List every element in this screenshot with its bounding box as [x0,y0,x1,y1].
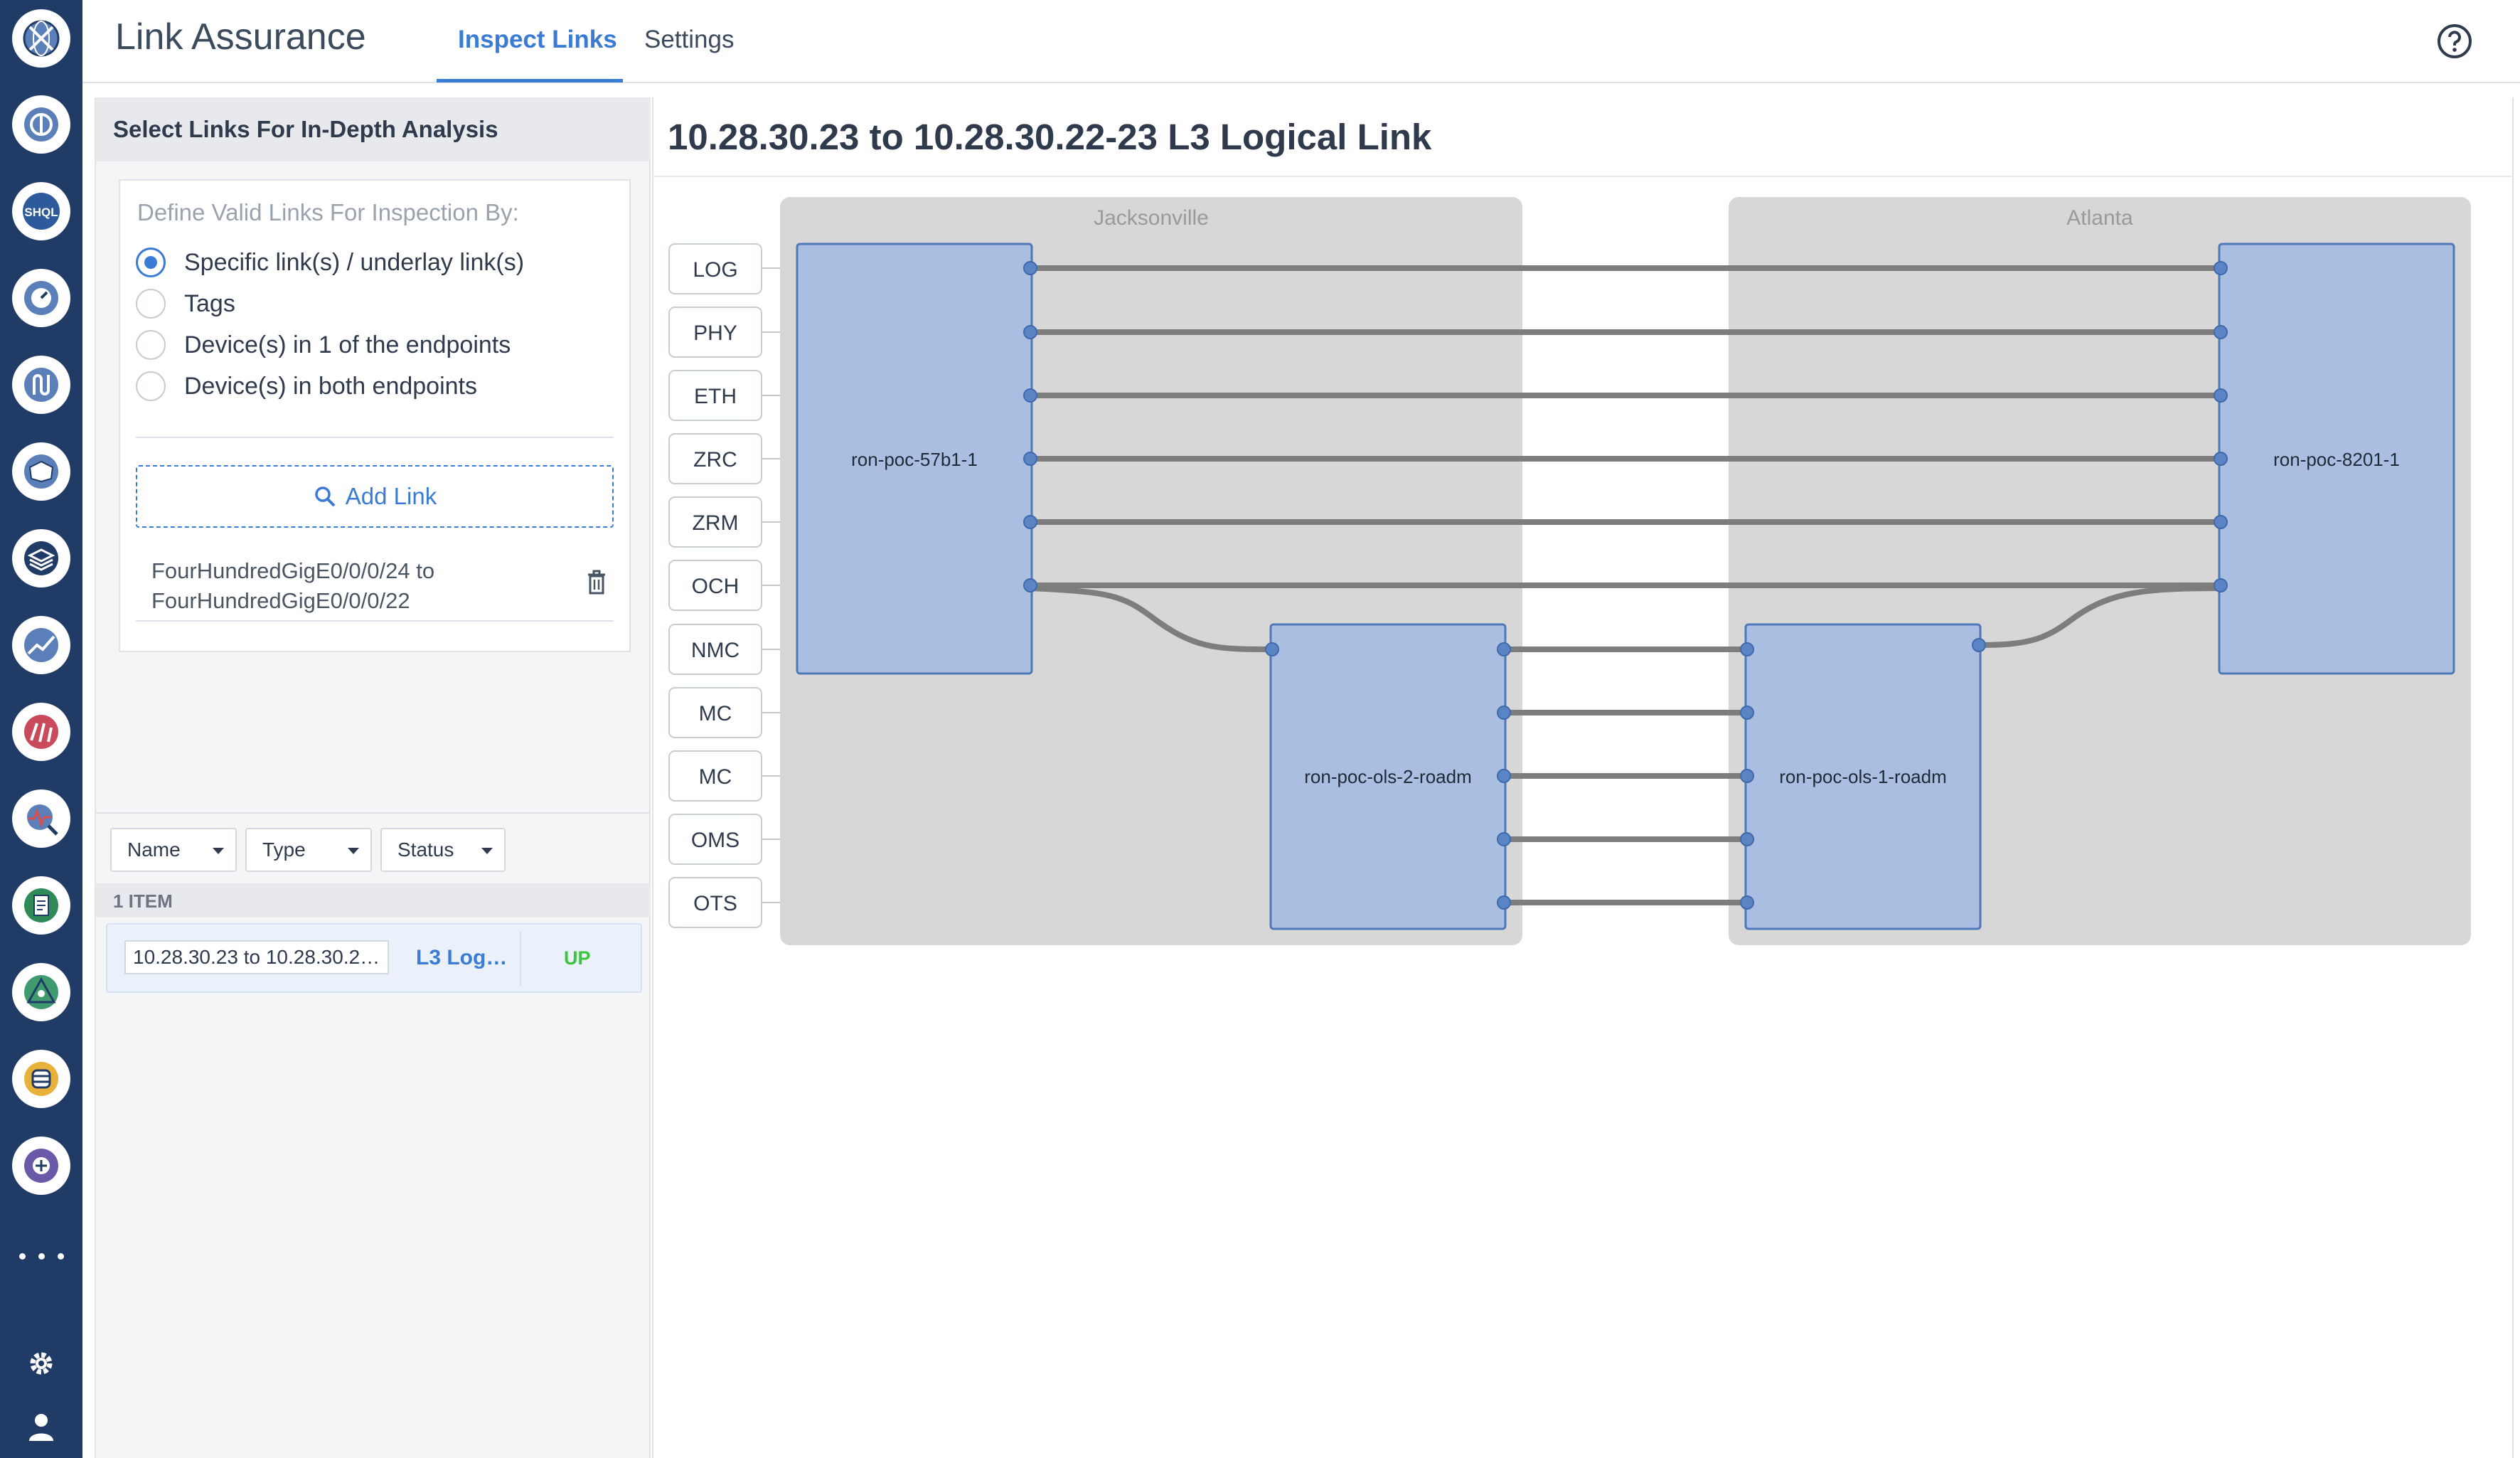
search-icon [315,486,336,507]
selected-link-line: FourHundredGigE0/0/0/24 to [151,558,435,583]
radio-button[interactable] [136,371,166,401]
radio-button[interactable] [136,330,166,360]
layer-label: MC [699,765,732,789]
radio-label: Device(s) in both endpoints [184,372,478,400]
panel-title: Select Links For In-Depth Analysis [113,116,498,142]
selected-link-item: FourHundredGigE0/0/0/24 to FourHundredGi… [136,543,614,622]
selected-link-text: FourHundredGigE0/0/0/24 to FourHundredGi… [151,556,550,616]
gear-icon[interactable] [0,1339,82,1388]
diagnostics-icon[interactable] [12,789,70,848]
radio-label: Specific link(s) / underlay link(s) [184,248,525,276]
divider [520,932,521,986]
layers-icon[interactable] [12,529,70,587]
link-name-cell: 10.28.30.23 to 10.28.30.2… [124,940,389,974]
radio-devices-both-endpoints[interactable]: Device(s) in both endpoints [136,368,477,404]
layer-label: OTS [693,892,737,915]
criteria-title: Define Valid Links For Inspection By: [137,199,519,225]
link-selection-panel: Select Links For In-Depth Analysis Defin… [95,97,651,1458]
site-label: Jacksonville [1094,206,1209,230]
chevron-down-icon [481,848,493,854]
panel-header: Select Links For In-Depth Analysis [96,97,651,161]
device-label: ron-poc-ols-1-roadm [1779,766,1947,787]
items-count-bar: 1 ITEM [96,883,651,917]
divider [136,437,614,438]
document-icon[interactable] [12,876,70,935]
layer-label: ZRM [693,511,739,535]
globe-icon[interactable] [12,9,70,68]
layer-label: ETH [694,385,737,408]
device-label: ron-poc-ols-2-roadm [1304,766,1472,787]
layer-label: OMS [691,829,740,852]
map-icon[interactable] [12,442,70,501]
layer-label: ZRC [693,448,737,472]
layer-label: MC [699,702,732,725]
link-type-cell[interactable]: L3 Log… [416,946,507,970]
radio-button[interactable] [136,289,166,319]
link-detail-panel: 10.28.30.23 to 10.28.30.22-23 L3 Logical… [652,97,2514,1458]
layer-label: LOG [693,258,737,282]
svg-text:SHQL: SHQL [24,206,58,219]
radio-button[interactable] [136,248,166,277]
filter-type-dropdown[interactable]: Type [245,828,372,872]
chevron-down-icon [213,848,224,854]
layer-label: OCH [692,575,740,598]
filter-status-dropdown[interactable]: Status [380,828,506,872]
layer-label: NMC [691,639,740,662]
timer-icon[interactable] [12,269,70,327]
chevron-down-icon [348,848,359,854]
radio-label: Device(s) in 1 of the endpoints [184,331,511,358]
device-label: ron-poc-57b1-1 [851,449,978,470]
radio-devices-one-endpoint[interactable]: Device(s) in 1 of the endpoints [136,327,511,363]
add-link-label: Add Link [345,483,437,509]
layer-labels: LOG PHY ETH ZRC ZRM OCH NMC MC MC OMS OT… [668,243,780,928]
help-icon[interactable] [2435,21,2474,61]
site-label: Atlanta [2066,206,2133,230]
speedometer-icon[interactable] [12,703,70,761]
active-tab-indicator [437,79,623,83]
status-badge: UP [564,947,591,969]
filter-name-dropdown[interactable]: Name [110,828,237,872]
tab-inspect-links[interactable]: Inspect Links [458,26,617,54]
radio-specific-links[interactable]: Specific link(s) / underlay link(s) [136,245,524,280]
filter-label: Type [262,839,306,861]
link-topology-diagram: Jacksonville Atlanta LOG PHY ETH ZRC ZRM… [668,197,2471,945]
top-bar: Link Assurance Inspect Links Settings [82,0,2520,83]
selected-link-line: FourHundredGigE0/0/0/22 [151,588,410,613]
app-title: Link Assurance [115,16,366,58]
layer-label: PHY [693,321,737,345]
chart-icon[interactable] [12,616,70,674]
trash-icon[interactable] [584,568,609,596]
tab-settings[interactable]: Settings [644,26,734,54]
database-icon[interactable] [12,1050,70,1108]
app-navigation-rail: SHQL [0,0,82,1458]
filter-label: Name [127,839,181,861]
more-icon[interactable] [0,1234,82,1278]
criteria-box: Define Valid Links For Inspection By: Sp… [119,179,631,652]
user-icon[interactable] [0,1403,82,1452]
radio-tags[interactable]: Tags [136,286,235,321]
topology-icon[interactable] [12,963,70,1021]
radio-label: Tags [184,289,235,317]
add-link-button[interactable]: Add Link [136,465,614,528]
filter-bar: Name Type Status [96,812,651,883]
device-label: ron-poc-8201-1 [2273,449,2400,470]
add-app-icon[interactable] [12,1137,70,1195]
paths-icon[interactable] [12,356,70,414]
table-row[interactable]: 10.28.30.23 to 10.28.30.2… L3 Log… UP [106,923,642,993]
filter-label: Status [397,839,454,861]
items-count: 1 ITEM [113,890,173,912]
analytics-icon[interactable] [12,95,70,154]
shql-icon[interactable]: SHQL [12,182,70,240]
